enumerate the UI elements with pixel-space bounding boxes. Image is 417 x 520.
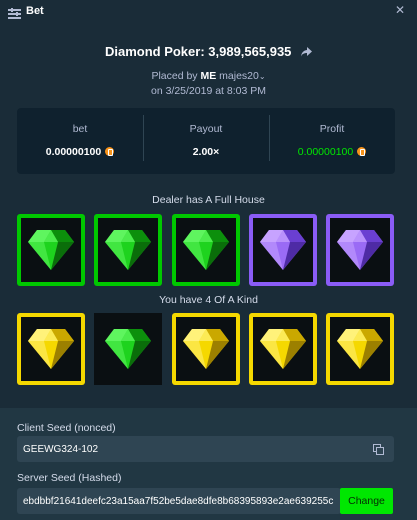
bitcoin-icon	[357, 147, 367, 156]
stat-profit-value: 0.00000100	[297, 145, 367, 158]
player-card-5	[326, 313, 394, 385]
diamond-icon	[105, 329, 152, 369]
dealer-card-face	[21, 218, 81, 282]
player-card-3	[171, 313, 240, 385]
copy-icon[interactable]	[373, 444, 384, 455]
stat-payout-label: Payout	[189, 122, 223, 135]
change-seed-button[interactable]: Change	[340, 488, 393, 514]
client-seed-label: Client Seed (nonced)	[17, 422, 116, 434]
stat-profit-amount: 0.00000100	[297, 145, 354, 158]
username-link[interactable]: majes20	[219, 70, 259, 82]
share-arrow-icon[interactable]	[301, 45, 313, 60]
diamond-icon	[259, 329, 306, 369]
dealer-card-face	[175, 218, 236, 282]
client-seed-field[interactable]: GEEWG324-102	[17, 436, 394, 462]
player-card-2	[94, 313, 163, 385]
diamond-icon	[105, 230, 152, 270]
dealer-card-2	[94, 214, 163, 286]
diamond-icon	[337, 329, 383, 369]
diamond-icon	[182, 329, 229, 369]
bet-stats-panel: bet 0.00000100 Payout 2.00× Profit 0.000…	[17, 108, 395, 174]
diamond-icon	[28, 230, 74, 270]
dealer-card-face	[330, 218, 390, 282]
player-card-face	[330, 317, 390, 381]
bet-headline: Diamond Poker: 3,989,565,935	[0, 44, 417, 60]
server-seed-value: ebdbbf21641deefc23a15aa7f52be5dae8dfe8b6…	[23, 495, 334, 507]
stat-profit: Profit 0.00000100	[269, 114, 395, 161]
title-bar: Bet ✕	[0, 0, 417, 22]
dealer-card-3	[171, 214, 240, 286]
dealer-card-face	[252, 218, 313, 282]
server-seed-label: Server Seed (Hashed)	[17, 472, 122, 484]
dealer-hand	[17, 214, 394, 286]
dealer-card-1	[17, 214, 85, 286]
client-seed-value: GEEWG324-102	[23, 443, 99, 455]
stat-bet-label: bet	[72, 122, 88, 135]
bet-headline-text: Diamond Poker: 3,989,565,935	[104, 44, 292, 59]
placed-by-label: Placed by	[151, 70, 198, 82]
user-tag: ME	[200, 70, 217, 82]
chevron-down-icon[interactable]: ⌄	[259, 72, 266, 81]
bet-list-icon	[8, 6, 21, 19]
stat-bet-value: 0.00000100	[45, 145, 115, 158]
placed-by-line: Placed by ME majes20⌄	[0, 70, 417, 82]
player-hand-label: You have 4 Of A Kind	[159, 294, 258, 306]
dealer-card-5	[326, 214, 394, 286]
diamond-icon	[182, 230, 229, 270]
dealer-card-4	[248, 214, 317, 286]
stat-profit-label: Profit	[319, 122, 345, 135]
diamond-icon	[28, 329, 74, 369]
player-card-face	[252, 317, 313, 381]
close-icon[interactable]: ✕	[395, 3, 405, 17]
stat-payout-value: 2.00×	[192, 145, 220, 158]
bitcoin-icon	[105, 147, 115, 156]
player-hand	[17, 313, 394, 385]
diamond-icon	[259, 230, 306, 270]
bet-timestamp: on 3/25/2019 at 8:03 PM	[150, 85, 266, 97]
stat-bet: bet 0.00000100	[17, 123, 143, 160]
player-card-face	[175, 317, 236, 381]
player-card-face	[21, 317, 81, 381]
stat-bet-amount: 0.00000100	[45, 145, 102, 158]
dealer-card-face	[98, 218, 159, 282]
diamond-icon	[337, 230, 383, 270]
player-card-1	[17, 313, 85, 385]
player-card-4	[248, 313, 317, 385]
window-title: Bet	[26, 5, 44, 17]
dealer-hand-label: Dealer has A Full House	[152, 194, 265, 206]
player-card-face	[94, 313, 163, 385]
server-seed-field[interactable]: ebdbbf21641deefc23a15aa7f52be5dae8dfe8b6…	[17, 488, 341, 514]
stat-payout: Payout 2.00×	[143, 114, 269, 161]
